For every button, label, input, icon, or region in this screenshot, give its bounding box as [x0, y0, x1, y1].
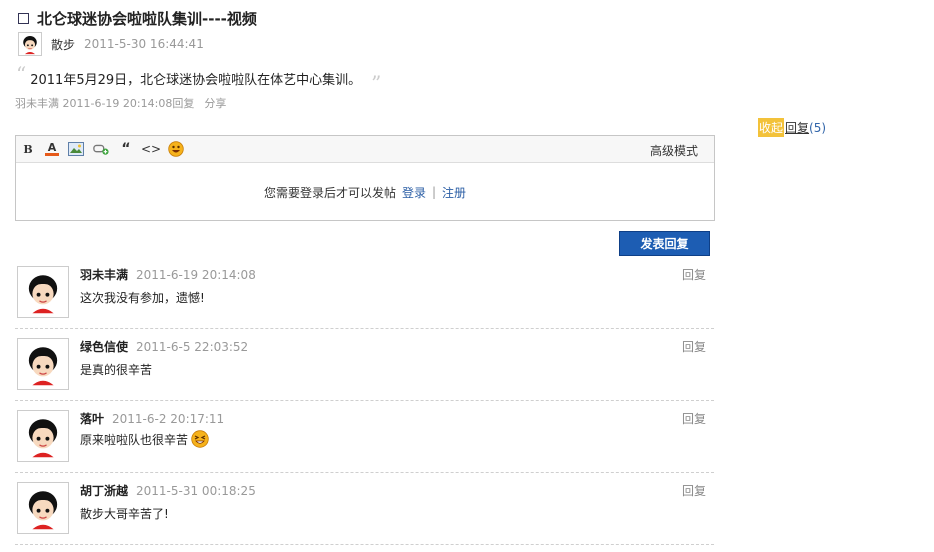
- avatar-face-icon: [28, 275, 58, 314]
- collapse-button[interactable]: 收起: [758, 118, 785, 137]
- reply-username[interactable]: 落叶: [80, 410, 104, 427]
- image-icon: [68, 142, 84, 156]
- list-item: 羽未丰满 2011-6-19 20:14:08 这次我没有参加，遗憾! 回复: [15, 264, 714, 329]
- reply-time: 2011-6-5 22:03:52: [136, 340, 249, 354]
- reply-editor: B A “ <> 高级模式 您需要登录后才可以发帖 登录 | 注册: [15, 135, 715, 221]
- reply-time: 2011-6-2 20:17:11: [112, 412, 225, 426]
- avatar[interactable]: [17, 482, 69, 534]
- image-button[interactable]: [68, 141, 84, 157]
- grin-emoji-icon: [191, 430, 209, 448]
- reply-username[interactable]: 胡丁浙越: [80, 482, 128, 499]
- attachment-button[interactable]: [93, 141, 109, 157]
- attachment-icon: [93, 144, 109, 155]
- list-item: 胡丁浙越 2011-5-31 00:18:25 散步大哥辛苦了! 回复: [15, 480, 714, 545]
- avatar-face-icon: [28, 347, 58, 386]
- link-separator: |: [431, 185, 437, 199]
- reply-button[interactable]: 回复: [682, 338, 706, 355]
- editor-toolbar: B A “ <> 高级模式: [16, 136, 714, 163]
- collapse-row: 收起 回复 (5): [758, 118, 826, 137]
- post-time: 2011-5-30 16:44:41: [84, 37, 204, 51]
- reply-text-row: 原来啦啦队也很辛苦: [80, 430, 209, 448]
- reply-time: 2011-5-31 00:18:25: [136, 484, 256, 498]
- list-item: 绿色信使 2011-6-5 22:03:52 是真的很辛苦 回复: [15, 336, 714, 401]
- last-reply-meta: 羽未丰满 2011-6-19 20:14:08回复: [15, 97, 195, 110]
- reply-button[interactable]: 回复: [682, 482, 706, 499]
- advanced-mode-link[interactable]: 高级模式: [650, 142, 698, 159]
- quote-close-icon: ”: [371, 71, 382, 95]
- reply-header: 落叶 2011-6-2 20:17:11: [80, 410, 224, 427]
- avatar-face-icon: [28, 491, 58, 530]
- post-author-row: 散步 2011-5-30 16:44:41: [18, 31, 204, 57]
- checkbox-icon[interactable]: [18, 12, 29, 24]
- post-title-row: 北仑球迷协会啦啦队集训----视频: [18, 8, 257, 28]
- reply-text: 是真的很辛苦: [80, 363, 153, 377]
- color-bar: [45, 153, 59, 156]
- reply-count: (5): [809, 120, 827, 135]
- submit-reply-button[interactable]: 发表回复: [619, 231, 710, 256]
- quote-text: 2011年5月29日，北仑球迷协会啦啦队在体艺中心集训。: [30, 72, 362, 88]
- reply-text: 这次我没有参加，遗憾!: [80, 291, 205, 305]
- avatar[interactable]: [17, 266, 69, 318]
- avatar[interactable]: [17, 410, 69, 462]
- reply-header: 羽未丰满 2011-6-19 20:14:08: [80, 266, 256, 283]
- avatar-face-icon: [23, 35, 37, 55]
- avatar[interactable]: [17, 338, 69, 390]
- quote-open-icon: “: [16, 62, 27, 86]
- reply-header: 胡丁浙越 2011-5-31 00:18:25: [80, 482, 256, 499]
- avatar[interactable]: [18, 32, 42, 56]
- reply-list: 羽未丰满 2011-6-19 20:14:08 这次我没有参加，遗憾! 回复 绿…: [15, 264, 714, 552]
- reply-button[interactable]: 回复: [682, 410, 706, 427]
- editor-body[interactable]: 您需要登录后才可以发帖 登录 | 注册: [16, 163, 714, 221]
- reply-header: 绿色信使 2011-6-5 22:03:52: [80, 338, 248, 355]
- reply-username[interactable]: 羽未丰满: [80, 266, 128, 283]
- code-button[interactable]: <>: [141, 141, 161, 157]
- list-item: 落叶 2011-6-2 20:17:11 原来啦啦队也很辛苦 回复: [15, 408, 714, 473]
- login-prompt: 您需要登录后才可以发帖: [263, 185, 396, 200]
- font-color-button[interactable]: A: [44, 141, 60, 157]
- bold-button[interactable]: B: [20, 141, 36, 157]
- post-quote: “ 2011年5月29日，北仑球迷协会啦啦队在体艺中心集训。 ”: [16, 62, 382, 95]
- page-title: 北仑球迷协会啦啦队集训----视频: [37, 9, 257, 28]
- reply-button[interactable]: 回复: [682, 266, 706, 283]
- reply-text: 原来啦啦队也很辛苦: [80, 432, 189, 447]
- smiley-icon: [168, 141, 184, 157]
- login-link[interactable]: 登录: [402, 184, 426, 201]
- register-link[interactable]: 注册: [442, 184, 466, 201]
- share-link[interactable]: 分享: [204, 95, 226, 111]
- smiley-button[interactable]: [168, 141, 184, 157]
- reply-time: 2011-6-19 20:14:08: [136, 268, 256, 282]
- reply-link[interactable]: 回复: [785, 119, 809, 136]
- avatar-face-icon: [28, 419, 58, 458]
- font-color-icon: A: [47, 141, 57, 154]
- post-meta: 羽未丰满 2011-6-19 20:14:08回复 分享: [15, 95, 226, 111]
- reply-username[interactable]: 绿色信使: [80, 338, 128, 355]
- quote-button[interactable]: “: [118, 141, 134, 157]
- reply-text: 散步大哥辛苦了!: [80, 507, 169, 521]
- author-name[interactable]: 散步: [51, 36, 75, 53]
